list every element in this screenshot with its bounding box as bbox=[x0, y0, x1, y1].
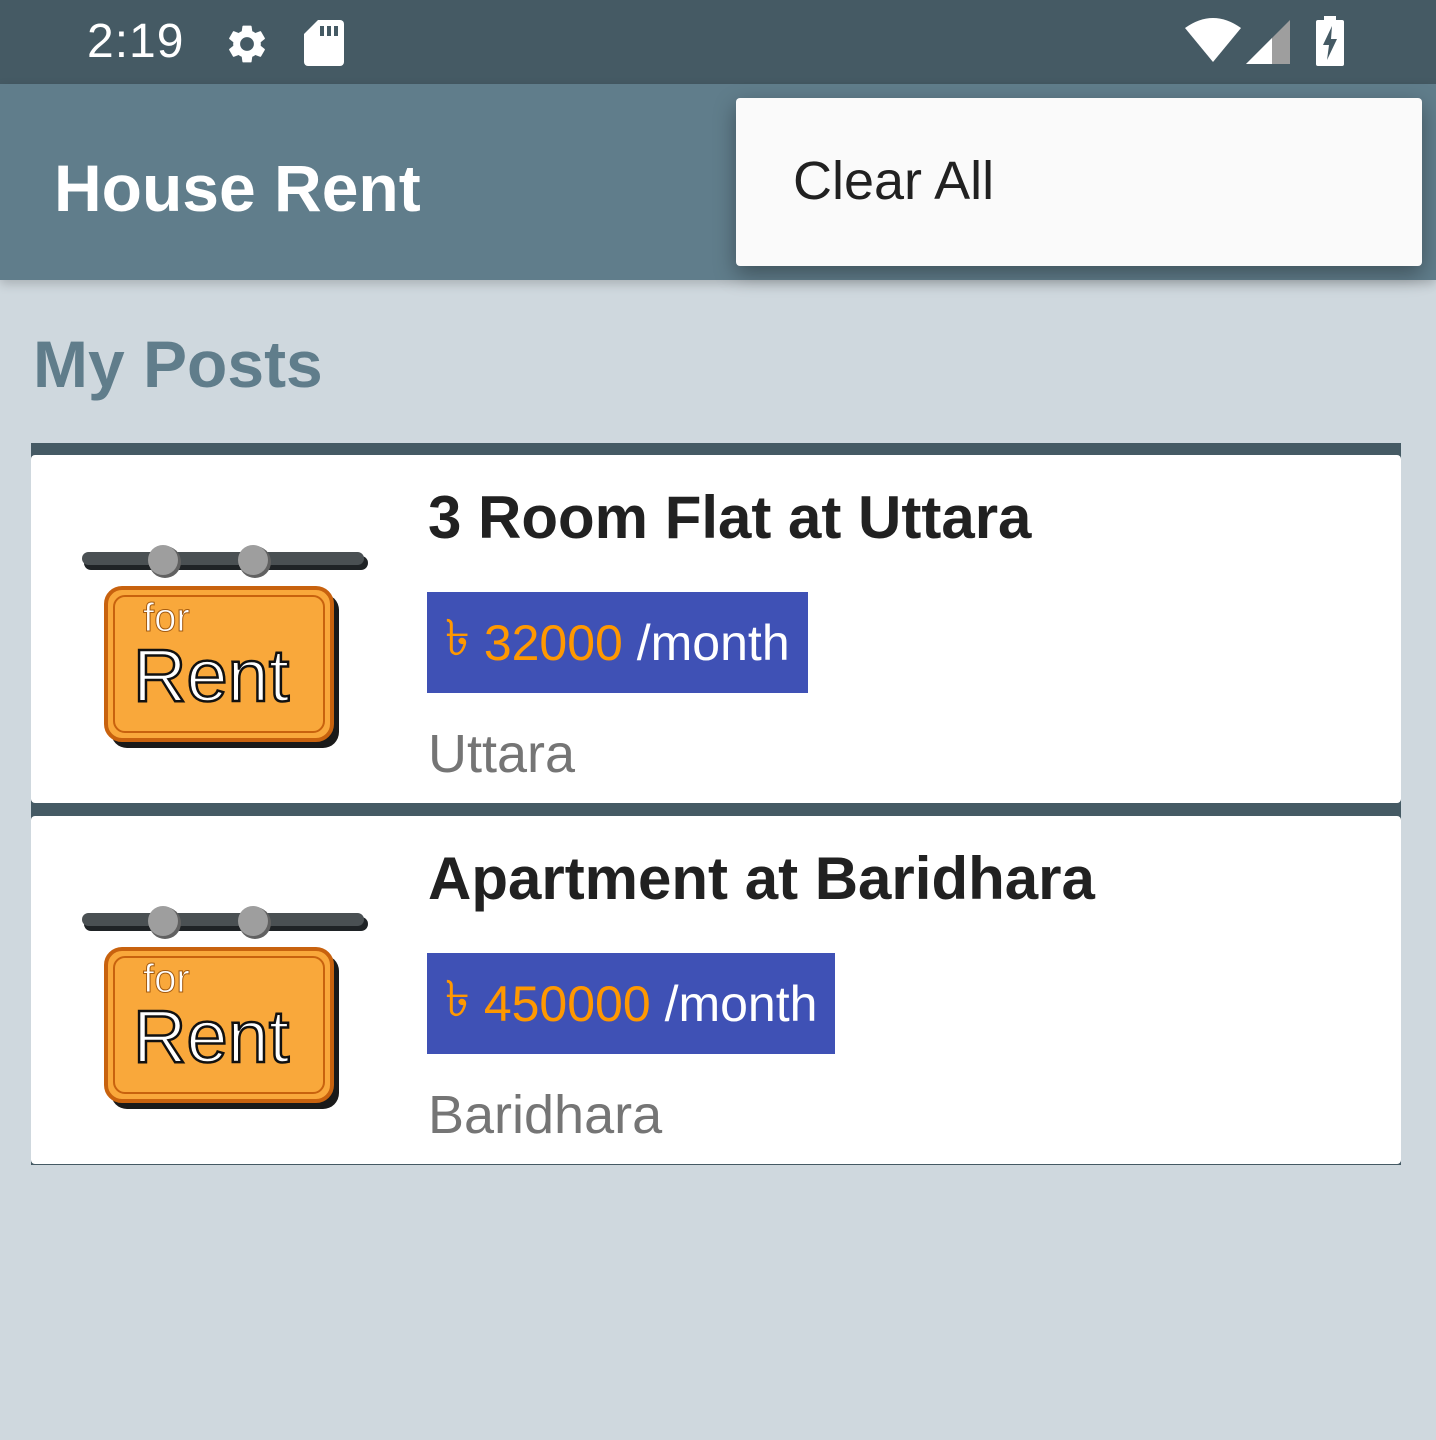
battery-charging-icon bbox=[1316, 16, 1344, 66]
menu-item-clear-all[interactable]: Clear All bbox=[793, 150, 994, 212]
price-badge: ৳ 450000 /month bbox=[427, 953, 836, 1054]
post-location: Uttara bbox=[428, 724, 576, 784]
price-unit: /month bbox=[664, 975, 818, 1032]
sign-rent-text: Rent bbox=[133, 995, 290, 1078]
price-unit: /month bbox=[636, 614, 790, 671]
post-title: Apartment at Baridhara bbox=[428, 845, 1095, 912]
price-badge: ৳ 32000 /month bbox=[427, 592, 808, 693]
overflow-menu: Clear All bbox=[736, 98, 1422, 266]
price-amount: 32000 bbox=[483, 614, 623, 671]
currency-symbol: ৳ bbox=[445, 610, 470, 666]
post-title: 3 Room Flat at Uttara bbox=[428, 484, 1032, 551]
sign-rent-text: Rent bbox=[133, 634, 290, 717]
sd-card-icon bbox=[304, 20, 344, 66]
settings-icon bbox=[229, 25, 265, 63]
app-title: House Rent bbox=[54, 151, 421, 225]
list-item[interactable]: for Rent Apartment at Baridhara ৳ 450000… bbox=[31, 816, 1401, 1164]
posts-list: for Rent 3 Room Flat at Uttara ৳ 32000 /… bbox=[31, 443, 1401, 1165]
list-item[interactable]: for Rent 3 Room Flat at Uttara ৳ 32000 /… bbox=[31, 455, 1401, 803]
status-bar: 2:19 bbox=[0, 0, 1436, 84]
for-rent-sign-icon: for Rent bbox=[82, 545, 368, 748]
currency-symbol: ৳ bbox=[445, 971, 470, 1027]
status-time: 2:19 bbox=[87, 15, 185, 68]
section-title: My Posts bbox=[33, 327, 323, 401]
wifi-icon bbox=[1185, 18, 1241, 62]
cell-signal-icon bbox=[1246, 20, 1290, 64]
price-amount: 450000 bbox=[483, 975, 651, 1032]
post-location: Baridhara bbox=[428, 1085, 663, 1145]
for-rent-sign-icon: for Rent bbox=[82, 906, 368, 1109]
